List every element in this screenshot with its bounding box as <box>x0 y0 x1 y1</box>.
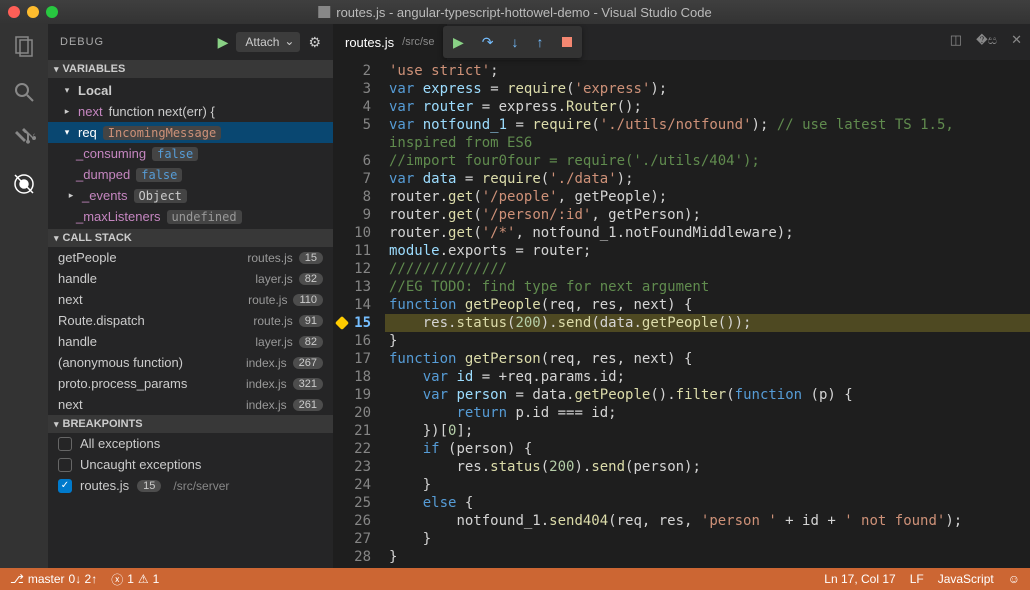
panel-title: DEBUG <box>60 36 210 48</box>
var-consuming[interactable]: _consuming false <box>48 143 333 164</box>
bp-all-exceptions[interactable]: All exceptions <box>48 433 333 454</box>
file-icon <box>318 6 330 18</box>
code-line[interactable]: router.get('/*', notfound_1.notFoundMidd… <box>385 224 1030 242</box>
code-line[interactable]: var data = require('./data'); <box>385 170 1030 188</box>
tab-routes[interactable]: routes.js /src/se <box>333 24 448 60</box>
search-icon[interactable] <box>10 78 38 106</box>
cursor-position[interactable]: Ln 17, Col 17 <box>824 572 895 586</box>
code-line[interactable]: return p.id === id; <box>385 404 1030 422</box>
code-line[interactable]: res.status(200).send(person); <box>385 458 1030 476</box>
split-editor-icon[interactable]: ◫ <box>950 32 962 48</box>
code-line[interactable]: ////////////// <box>385 260 1030 278</box>
debug-sidebar: DEBUG ▶ Attach ⚙ VARIABLES ▾Local ▸next … <box>48 24 333 568</box>
code-line[interactable]: })[0]; <box>385 422 1030 440</box>
close-editor-icon[interactable]: ✕ <box>1011 32 1022 48</box>
minimize-window-icon[interactable] <box>27 6 39 18</box>
code-line[interactable]: else { <box>385 494 1030 512</box>
git-branch-status[interactable]: ⎇ master 0↓ 2↑ <box>10 572 97 586</box>
window-title: routes.js - angular-typescript-hottowel-… <box>318 5 712 20</box>
code-line[interactable]: router.get('/person/:id', getPerson); <box>385 206 1030 224</box>
stack-frame[interactable]: handlelayer.js82 <box>48 268 333 289</box>
code-line[interactable]: var person = data.getPeople().filter(fun… <box>385 386 1030 404</box>
breakpoints-section[interactable]: BREAKPOINTS <box>48 415 333 433</box>
git-icon[interactable] <box>10 124 38 152</box>
close-window-icon[interactable] <box>8 6 20 18</box>
tab-bar: routes.js /src/se ▶ ↷ ↓ ↑ ◫ �ස ✕ <box>333 24 1030 60</box>
code-line[interactable]: var id = +req.params.id; <box>385 368 1030 386</box>
checkbox-icon[interactable] <box>58 437 72 451</box>
code-line[interactable]: var notfound_1 = require('./utils/notfou… <box>385 116 1030 134</box>
code-line[interactable]: function getPeople(req, res, next) { <box>385 296 1030 314</box>
scope-local[interactable]: ▾Local <box>48 80 333 101</box>
code-line[interactable]: module.exports = router; <box>385 242 1030 260</box>
code-line[interactable]: notfound_1.send404(req, res, 'person ' +… <box>385 512 1030 530</box>
stop-icon[interactable] <box>562 37 572 47</box>
stack-frame[interactable]: getPeopleroutes.js15 <box>48 247 333 268</box>
stack-frame[interactable]: proto.process_paramsindex.js321 <box>48 373 333 394</box>
feedback-icon[interactable]: ☺ <box>1008 572 1020 586</box>
errors-status[interactable]: ⓧ 1 ⚠ 1 <box>111 571 159 588</box>
code-line[interactable]: if (person) { <box>385 440 1030 458</box>
status-bar: ⎇ master 0↓ 2↑ ⓧ 1 ⚠ 1 Ln 17, Col 17 LF … <box>0 568 1030 590</box>
stack-frame[interactable]: handlelayer.js82 <box>48 331 333 352</box>
language-status[interactable]: JavaScript <box>938 572 994 586</box>
checkbox-icon[interactable] <box>58 458 72 472</box>
checkbox-icon[interactable]: ✓ <box>58 479 72 493</box>
call-stack-section[interactable]: CALL STACK <box>48 229 333 247</box>
code-line[interactable]: 'use strict'; <box>385 62 1030 80</box>
variables-section[interactable]: VARIABLES <box>48 60 333 78</box>
code-line[interactable]: res.status(200).send(data.getPeople()); <box>385 314 1030 332</box>
code-line[interactable]: } <box>385 530 1030 548</box>
code-line[interactable]: router.get('/people', getPeople); <box>385 188 1030 206</box>
maximize-window-icon[interactable] <box>46 6 58 18</box>
code-line[interactable]: var express = require('express'); <box>385 80 1030 98</box>
stack-frame[interactable]: Route.dispatchroute.js91 <box>48 310 333 331</box>
code-line[interactable]: } <box>385 476 1030 494</box>
activity-bar <box>0 24 48 568</box>
code-line[interactable]: var router = express.Router(); <box>385 98 1030 116</box>
var-next[interactable]: ▸next function next(err) { <box>48 101 333 122</box>
code-line[interactable]: //EG TODO: find type for next argument <box>385 278 1030 296</box>
stack-frame[interactable]: nextindex.js261 <box>48 394 333 415</box>
more-icon[interactable]: �ස <box>976 32 997 48</box>
start-debug-icon[interactable]: ▶ <box>218 34 229 51</box>
code-line[interactable]: } <box>385 548 1030 566</box>
var-req[interactable]: ▾req IncomingMessage <box>48 122 333 143</box>
code-line[interactable]: inspired from ES6 <box>385 134 1030 152</box>
stack-frame[interactable]: nextroute.js110 <box>48 289 333 310</box>
code-line[interactable]: function getPerson(req, res, next) { <box>385 350 1030 368</box>
var-dumped[interactable]: _dumped false <box>48 164 333 185</box>
debug-config-select[interactable]: Attach <box>236 32 300 52</box>
bp-uncaught-exceptions[interactable]: Uncaught exceptions <box>48 454 333 475</box>
stack-frame[interactable]: (anonymous function)index.js267 <box>48 352 333 373</box>
bp-routes[interactable]: ✓routes.js15/src/server <box>48 475 333 496</box>
var-maxlisteners[interactable]: _maxListeners undefined <box>48 206 333 227</box>
step-out-icon[interactable]: ↑ <box>537 34 544 50</box>
eol-status[interactable]: LF <box>910 572 924 586</box>
explorer-icon[interactable] <box>10 32 38 60</box>
step-into-icon[interactable]: ↓ <box>512 34 519 50</box>
code-editor[interactable]: 2345678910111213141516171819202122232425… <box>333 60 1030 568</box>
step-over-icon[interactable]: ↷ <box>482 34 494 51</box>
continue-icon[interactable]: ▶ <box>453 34 464 51</box>
var-events[interactable]: ▸_events Object <box>48 185 333 206</box>
gear-icon[interactable]: ⚙ <box>308 34 321 51</box>
code-line[interactable]: } <box>385 332 1030 350</box>
debug-toolbar: ▶ ↷ ↓ ↑ <box>443 26 582 58</box>
code-line[interactable]: //import four0four = require('./utils/40… <box>385 152 1030 170</box>
debug-icon[interactable] <box>10 170 38 198</box>
titlebar: routes.js - angular-typescript-hottowel-… <box>0 0 1030 24</box>
